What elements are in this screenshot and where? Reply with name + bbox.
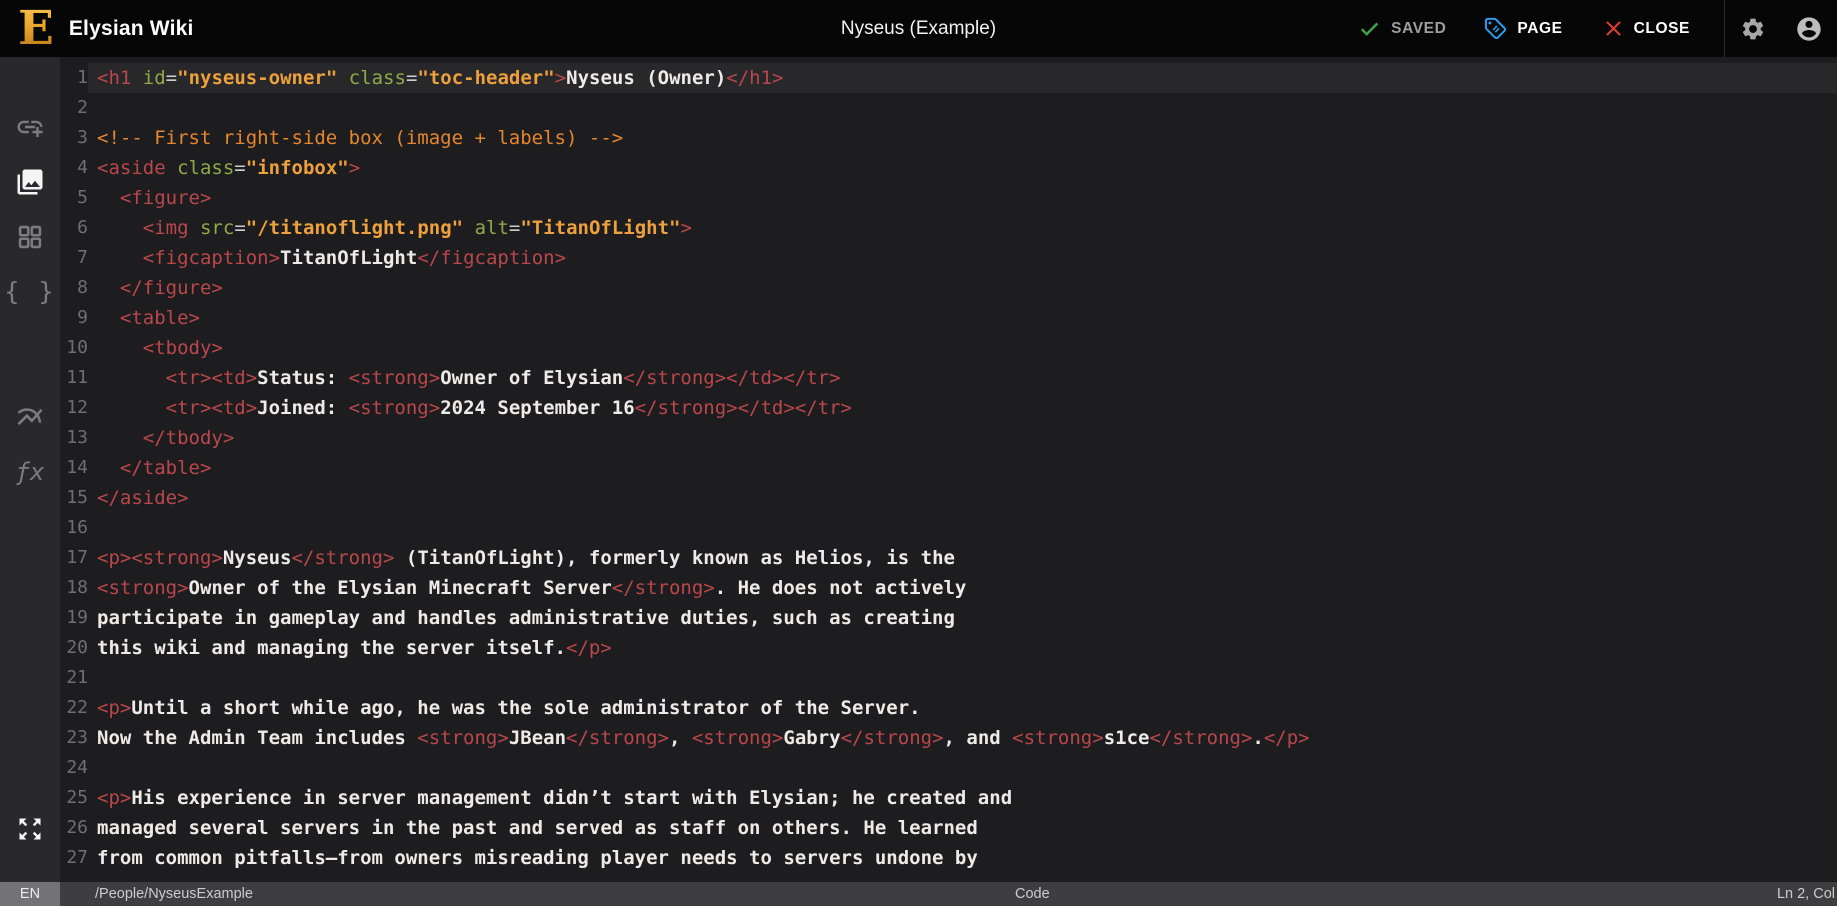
line-number: 27 [60,843,88,873]
gear-icon [1740,16,1766,42]
close-button[interactable]: CLOSE [1603,18,1690,39]
line-number: 19 [60,603,88,633]
code-line: 13 </tbody> [60,423,1837,453]
line-number: 16 [60,513,88,543]
saved-status: SAVED [1358,17,1446,40]
saved-label: SAVED [1391,21,1446,37]
code-line: 2 [60,93,1837,123]
line-number: 11 [60,363,88,393]
image-gallery-icon [15,167,45,197]
language-badge[interactable]: EN [0,882,60,906]
topbar-actions: SAVED PAGE CLOSE [1358,0,1837,57]
line-number: 14 [60,453,88,483]
code-line: 26managed several servers in the past an… [60,813,1837,843]
code-line: 8 </figure> [60,273,1837,303]
editor-mode-label: Code [1015,882,1050,906]
page-title: Nyseus (Example) [841,0,996,57]
code-line: 15</aside> [60,483,1837,513]
function-button[interactable]: ƒx [0,444,60,499]
line-number: 23 [60,723,88,753]
line-number: 17 [60,543,88,573]
line-number: 2 [60,93,88,123]
line-number: 5 [60,183,88,213]
code-editor[interactable]: 1<h1 id="nyseus-owner" class="toc-header… [60,57,1837,882]
blocks-icon [16,223,44,251]
code-line: 23Now the Admin Team includes <strong>JB… [60,723,1837,753]
function-icon: ƒx [16,460,45,484]
page-label: PAGE [1517,21,1562,37]
page-button[interactable]: PAGE [1484,17,1562,40]
add-link-icon [15,112,45,142]
line-number: 13 [60,423,88,453]
line-number: 18 [60,573,88,603]
line-number: 3 [60,123,88,153]
cursor-position: Ln 2, Col [1777,882,1835,906]
line-number: 24 [60,753,88,783]
code-line: 20this wiki and managing the server itse… [60,633,1837,663]
code-line: 16 [60,513,1837,543]
code-line: 24 [60,753,1837,783]
line-number: 6 [60,213,88,243]
code-line: 7 <figcaption>TitanOfLight</figcaption> [60,243,1837,273]
line-number: 21 [60,663,88,693]
file-path: /People/NyseusExample [95,882,253,906]
check-icon [1358,17,1381,40]
braces-button[interactable]: { } [0,264,60,319]
topbar: E Elysian Wiki Nyseus (Example) SAVED [0,0,1837,57]
account-icon [1795,15,1823,43]
app-title: Elysian Wiki [69,17,194,41]
code-lines: 1<h1 id="nyseus-owner" class="toc-header… [60,63,1837,873]
blocks-button[interactable] [0,209,60,264]
code-line: 17<p><strong>Nyseus</strong> (TitanOfLig… [60,543,1837,573]
code-line: 22<p>Until a short while ago, he was the… [60,693,1837,723]
code-line: 21 [60,663,1837,693]
close-label: CLOSE [1634,21,1690,37]
tag-icon [1484,17,1507,40]
fullscreen-button[interactable] [0,801,60,856]
line-number: 26 [60,813,88,843]
braces-icon: { } [4,279,55,304]
close-icon [1603,18,1624,39]
code-line: 6 <img src="/titanoflight.png" alt="Tita… [60,213,1837,243]
code-line: 3<!-- First right-side box (image + labe… [60,123,1837,153]
line-number: 1 [60,63,88,93]
code-line: 12 <tr><td>Joined: <strong>2024 Septembe… [60,393,1837,423]
line-number: 8 [60,273,88,303]
code-line: 4<aside class="infobox"> [60,153,1837,183]
line-number: 15 [60,483,88,513]
add-link-button[interactable] [0,99,60,154]
account-button[interactable] [1781,0,1837,57]
code-line: 5 <figure> [60,183,1837,213]
code-line: 10 <tbody> [60,333,1837,363]
code-line: 25<p>His experience in server management… [60,783,1837,813]
line-number: 25 [60,783,88,813]
code-line: 18<strong>Owner of the Elysian Minecraft… [60,573,1837,603]
line-number: 22 [60,693,88,723]
app-logo: E [18,0,54,57]
line-number: 4 [60,153,88,183]
statusbar: EN /People/NyseusExample Code Ln 2, Col [0,882,1837,906]
line-number: 12 [60,393,88,423]
sidebar: { } ƒx [0,57,60,882]
line-number: 20 [60,633,88,663]
code-line: 9 <table> [60,303,1837,333]
code-line: 1<h1 id="nyseus-owner" class="toc-header… [60,63,1837,93]
chart-button[interactable] [0,389,60,444]
code-line: 27from common pitfalls—from owners misre… [60,843,1837,873]
image-gallery-button[interactable] [0,154,60,209]
fullscreen-icon [16,815,44,843]
settings-button[interactable] [1725,0,1781,57]
line-number: 9 [60,303,88,333]
code-line: 11 <tr><td>Status: <strong>Owner of Elys… [60,363,1837,393]
multiline-chart-icon [15,402,45,432]
line-number: 10 [60,333,88,363]
code-line: 19participate in gameplay and handles ad… [60,603,1837,633]
line-number: 7 [60,243,88,273]
brand: E Elysian Wiki [18,0,194,57]
code-line: 14 </table> [60,453,1837,483]
